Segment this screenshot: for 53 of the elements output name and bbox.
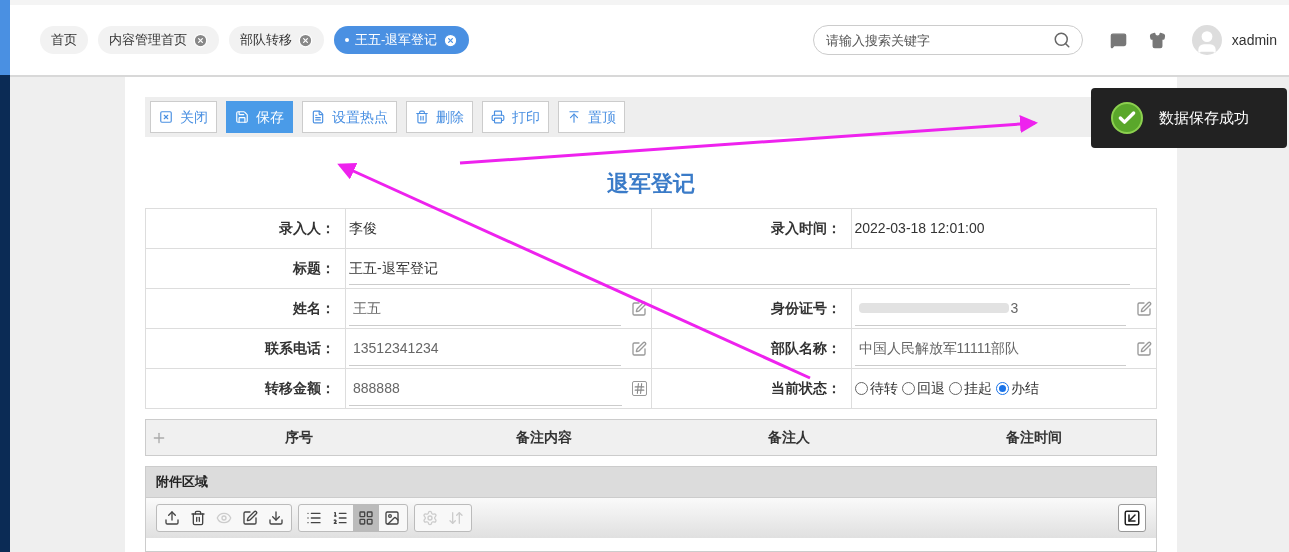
close-icon (159, 110, 173, 124)
check-icon (1111, 102, 1143, 134)
field-label: 当前状态： (770, 379, 841, 398)
page-tab[interactable]: 内容管理首页 (98, 26, 219, 54)
text-input[interactable]: 13512341234 (349, 331, 621, 366)
radio-option[interactable]: 办结 (995, 378, 1039, 399)
radio-option[interactable]: 挂起 (948, 378, 992, 399)
text-input[interactable]: 王五 (349, 291, 621, 326)
form-title: 退军登记 (606, 170, 696, 198)
column-header: 备注内容 (515, 428, 574, 447)
column-header: 序号 (284, 428, 315, 447)
toolbar-button[interactable]: 删除 (406, 101, 473, 133)
shirt-icon[interactable] (1148, 31, 1166, 49)
close-icon[interactable] (443, 32, 459, 48)
search-icon[interactable] (1052, 31, 1071, 49)
toolbar-button[interactable]: 关闭 (150, 101, 217, 133)
toolbar-button[interactable]: 设置热点 (302, 101, 397, 133)
text-input[interactable]: 中国人民解放军11111部队 (854, 331, 1126, 366)
text-input[interactable]: 3 (854, 291, 1126, 326)
field-label: 录入人： (279, 219, 335, 238)
field-label: 录入时间： (770, 219, 841, 238)
save-icon (235, 110, 249, 124)
collapse-icon[interactable] (1118, 504, 1146, 532)
toolbar-button[interactable]: 打印 (482, 101, 549, 133)
field-label: 姓名： (293, 299, 335, 318)
text-input[interactable]: 888888 (349, 371, 622, 406)
number-icon[interactable] (631, 381, 647, 396)
radio-option[interactable]: 待转 (854, 378, 898, 399)
field-value: 2022-03-18 12:01:00 (854, 219, 985, 238)
field-value: 李俊 (349, 219, 377, 238)
page-tab[interactable]: 王五-退军登记 (334, 26, 470, 54)
toolbar-button[interactable]: 置顶 (558, 101, 625, 133)
field-label: 转移金额： (265, 379, 335, 398)
page-tab[interactable]: 部队转移 (229, 26, 324, 54)
trash-icon (415, 110, 429, 124)
grid-icon[interactable] (353, 505, 379, 531)
toast: 数据保存成功 (1091, 88, 1287, 148)
field-label: 标题： (293, 259, 335, 278)
field-label: 部队名称： (770, 339, 841, 358)
column-header: 备注时间 (1004, 428, 1063, 447)
search-field[interactable]: 请输入搜索关键字 (812, 25, 1083, 55)
radio-option[interactable]: 回退 (901, 378, 945, 399)
page-tab[interactable]: 首页 (40, 26, 88, 54)
column-header: 备注人 (766, 428, 811, 447)
username[interactable]: xadmin (1231, 29, 1277, 51)
message-icon[interactable] (1109, 31, 1127, 49)
title-input[interactable]: 王五-退军登记 (349, 252, 1130, 285)
field-label: 身份证号： (770, 299, 841, 318)
field-label: 联系电话： (265, 339, 335, 358)
file-icon (311, 110, 325, 124)
upload-icon (567, 110, 581, 124)
section-header: 附件区域 (146, 467, 1156, 498)
printer-icon (491, 110, 505, 124)
